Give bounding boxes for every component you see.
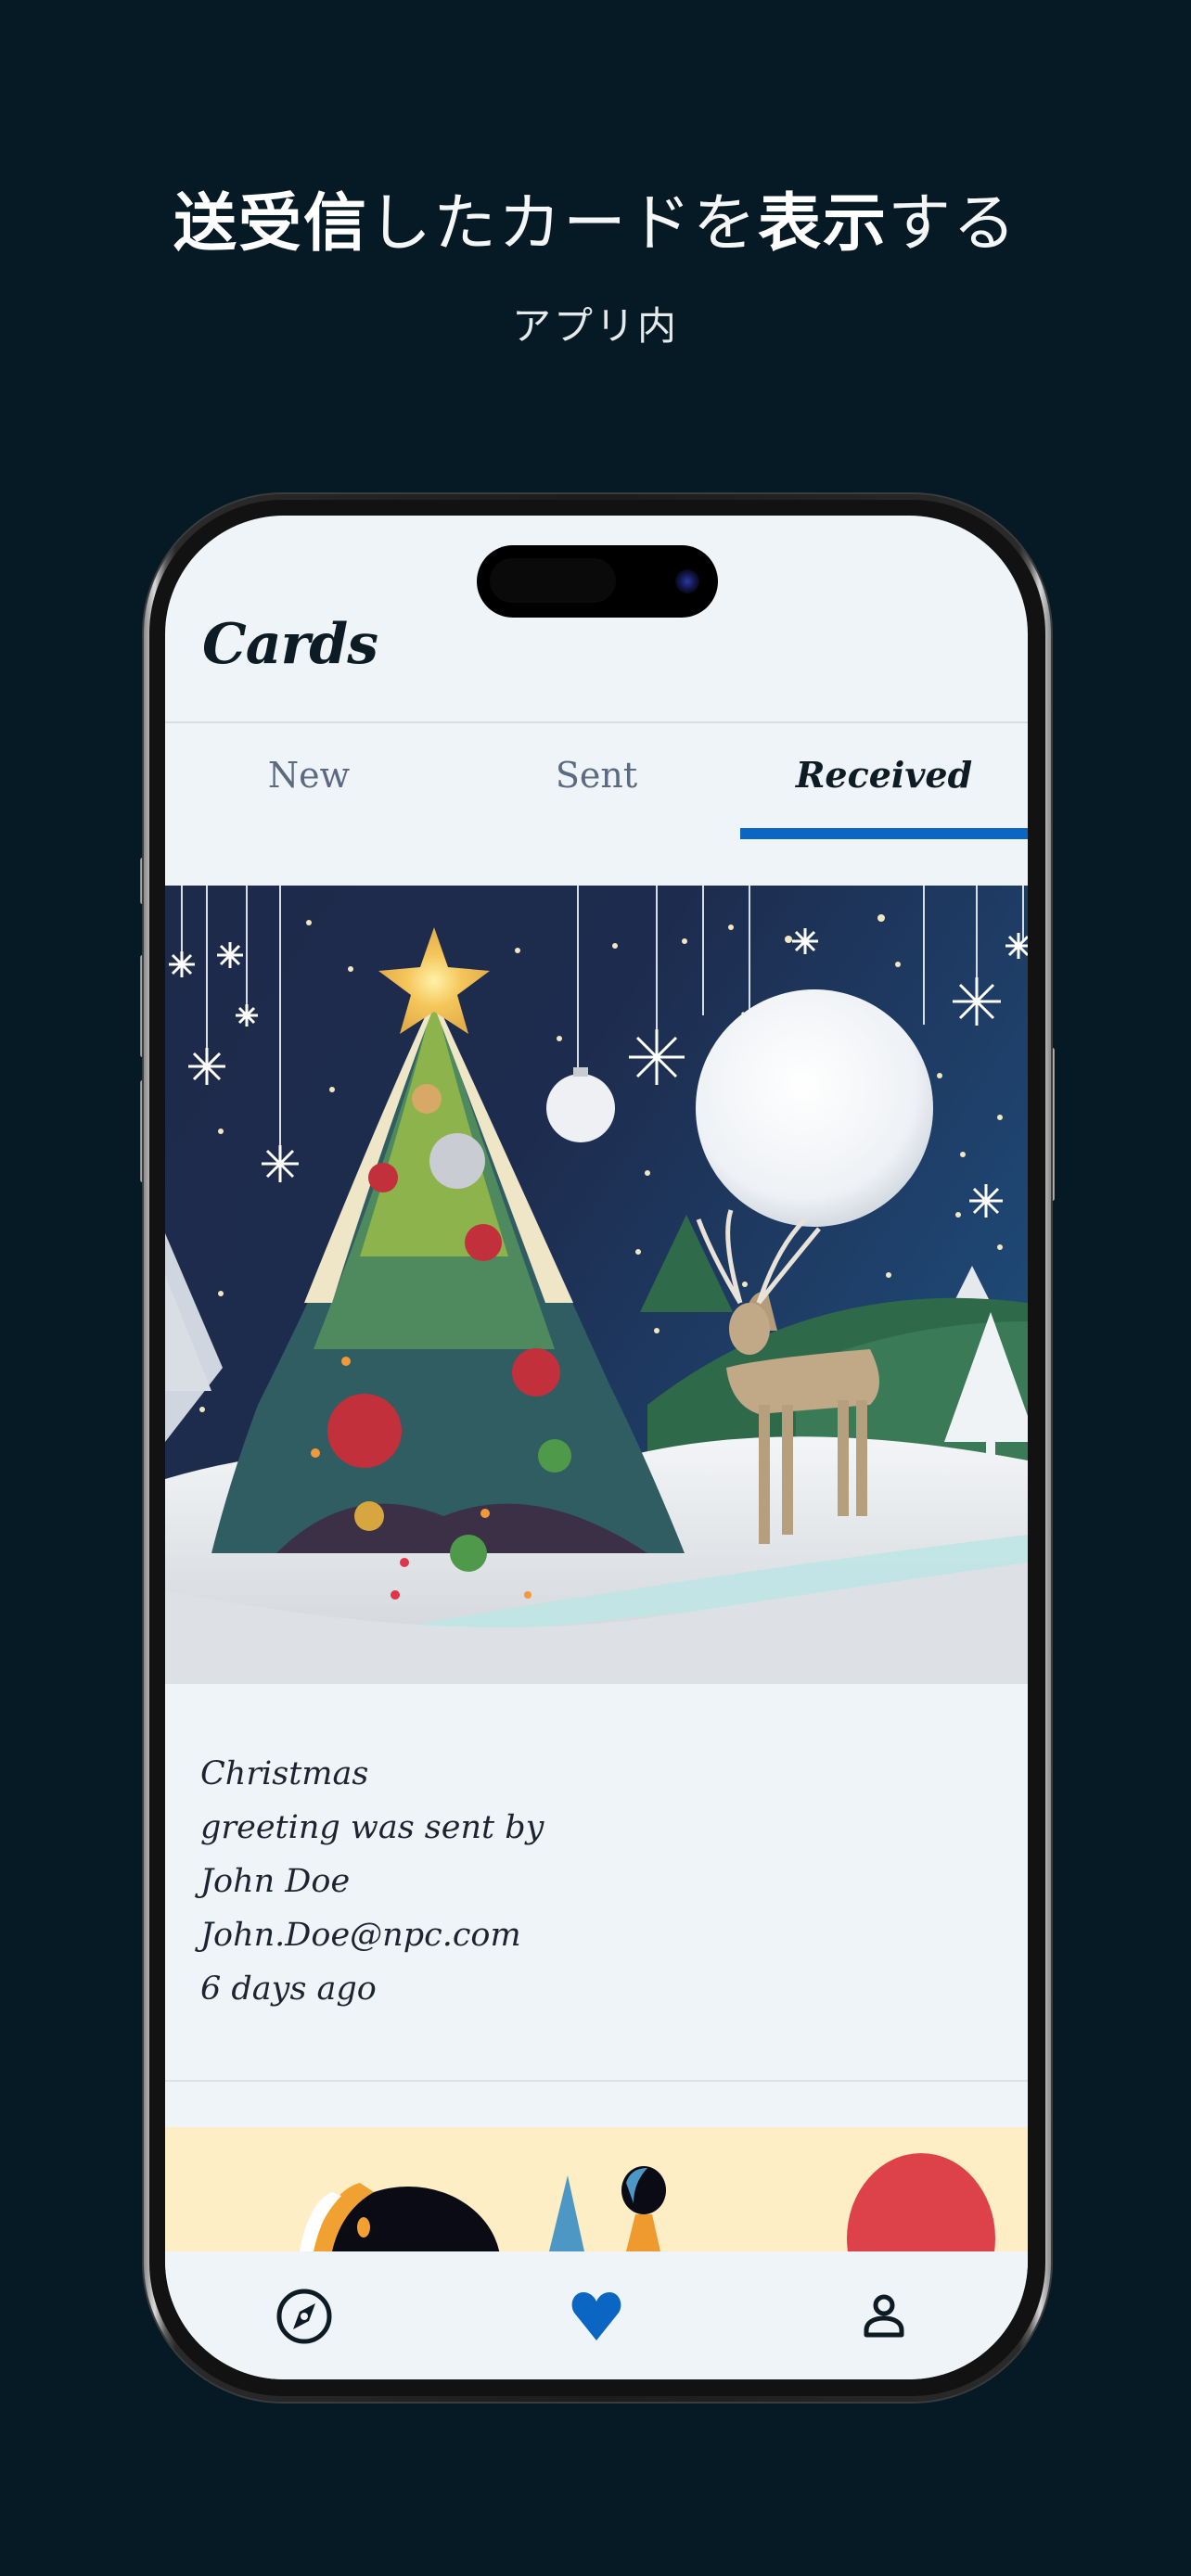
active-tab-indicator bbox=[740, 828, 1028, 839]
card-details: Christmas greeting was sent by John Doe … bbox=[200, 1747, 544, 2016]
promo-headline: 送受信したカードを表示する bbox=[0, 172, 1191, 263]
nav-profile[interactable] bbox=[847, 2279, 921, 2353]
tab-label: Received bbox=[795, 754, 973, 796]
compass-icon bbox=[276, 2289, 332, 2344]
moon bbox=[696, 989, 933, 1227]
headline-part: したカードを bbox=[367, 187, 758, 261]
tab-bar: New Sent Received bbox=[165, 723, 1028, 839]
page-title: Cards bbox=[202, 612, 378, 677]
front-camera-icon bbox=[675, 569, 699, 593]
sender-name: John Doe bbox=[200, 1863, 351, 1900]
card-divider bbox=[165, 2080, 1028, 2082]
app-screen: Cards New Sent Received Christmas greeti… bbox=[165, 516, 1028, 2379]
card-occasion: Christmas bbox=[200, 1755, 369, 1792]
nav-cards[interactable] bbox=[559, 2279, 634, 2353]
dynamic-island bbox=[477, 545, 718, 618]
tab-received[interactable]: Received bbox=[740, 723, 1028, 839]
promo-subtitle: アプリ内 bbox=[511, 303, 679, 349]
headline-part: 表示 bbox=[758, 187, 889, 261]
card-image-second[interactable] bbox=[165, 2127, 1028, 2251]
nav-explore[interactable] bbox=[267, 2279, 341, 2353]
bottom-nav bbox=[165, 2251, 1028, 2379]
card-sent-by-label: greeting was sent by bbox=[200, 1809, 544, 1846]
white-ornament bbox=[546, 1074, 615, 1142]
card-image-christmas[interactable] bbox=[165, 886, 1028, 1684]
heart-icon bbox=[571, 2292, 621, 2340]
sent-time: 6 days ago bbox=[200, 1970, 377, 2008]
tab-label: Sent bbox=[555, 754, 638, 796]
person-icon bbox=[864, 2294, 904, 2338]
tab-new[interactable]: New bbox=[165, 723, 453, 839]
headline-part: 送受信 bbox=[173, 187, 368, 261]
sender-email: John.Doe@npc.com bbox=[200, 1917, 521, 1954]
tab-sent[interactable]: Sent bbox=[453, 723, 740, 839]
headline-part: する bbox=[888, 187, 1018, 261]
tab-label: New bbox=[267, 754, 351, 796]
face-id-sensor bbox=[490, 558, 616, 603]
blue-black-ball bbox=[621, 2166, 666, 2214]
